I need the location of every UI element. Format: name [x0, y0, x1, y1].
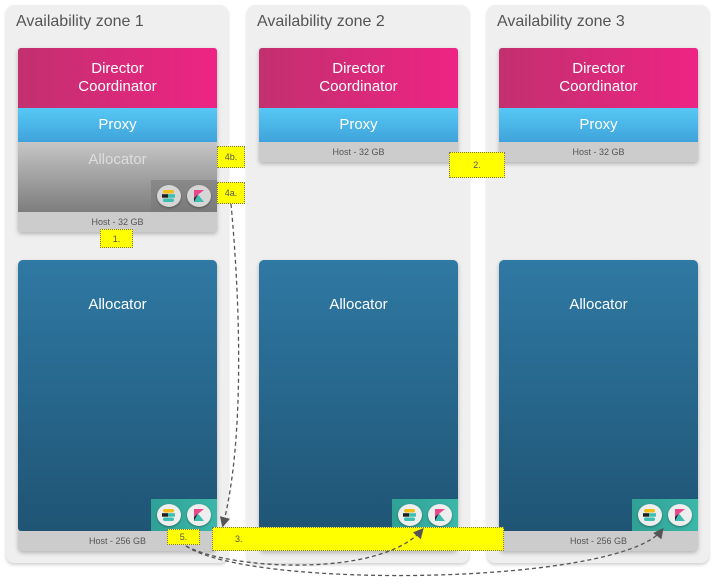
kibana-icon[interactable] — [187, 185, 211, 207]
proxy-role[interactable]: Proxy — [259, 108, 458, 142]
zone-title: Availability zone 1 — [16, 13, 144, 30]
director-coordinator-role[interactable]: Director Coordinator — [18, 48, 217, 108]
host-label: Host - 32 GB — [499, 142, 698, 162]
annotation-4a: 4a. — [217, 182, 245, 204]
allocator-label: Allocator — [88, 151, 147, 168]
director-coordinator-role[interactable]: Director Coordinator — [499, 48, 698, 108]
host-256gb[interactable]: Allocator Host - 256 GB — [499, 260, 698, 551]
director-coordinator-role[interactable]: Director Coordinator — [259, 48, 458, 108]
host-32gb[interactable]: Director Coordinator Proxy Allocator Host… — [18, 48, 217, 232]
allocator-role[interactable]: Allocator — [18, 260, 217, 531]
instance-group[interactable] — [151, 499, 217, 531]
host-256gb[interactable]: Allocator Host - 256 GB — [259, 260, 458, 551]
allocator-label: Allocator — [88, 296, 147, 313]
allocator-role-small[interactable]: Allocator — [18, 142, 217, 212]
elasticsearch-icon[interactable] — [157, 185, 181, 207]
host-32gb[interactable]: Director Coordinator Proxy Host - 32 GB — [259, 48, 458, 162]
allocator-role[interactable]: Allocator — [499, 260, 698, 531]
coordinator-label: Coordinator — [559, 78, 638, 95]
director-label: Director — [91, 60, 144, 77]
allocator-label: Allocator — [569, 296, 628, 313]
allocator-label: Allocator — [329, 296, 388, 313]
annotation-4b: 4b. — [217, 146, 245, 168]
elasticsearch-icon[interactable] — [157, 504, 181, 526]
instance-group[interactable] — [151, 180, 217, 212]
host-32gb[interactable]: Director Coordinator Proxy Host - 32 GB — [499, 48, 698, 162]
host-label: Host - 32 GB — [259, 142, 458, 162]
availability-zone-1: Availability zone 1 Director Coordinator … — [6, 5, 228, 563]
host-label: Host - 256 GB — [569, 536, 628, 546]
kibana-icon[interactable] — [187, 504, 211, 526]
host-256gb[interactable]: Allocator Host - 256 GB — [18, 260, 217, 551]
proxy-role[interactable]: Proxy — [499, 108, 698, 142]
allocator-role[interactable]: Allocator — [259, 260, 458, 531]
director-label: Director — [332, 60, 385, 77]
zone-title: Availability zone 2 — [257, 13, 385, 30]
elasticsearch-icon[interactable] — [398, 504, 422, 526]
availability-zone-3: Availability zone 3 Director Coordinator … — [487, 5, 709, 563]
zone-title: Availability zone 3 — [497, 13, 625, 30]
annotation-3: 3. — [212, 527, 504, 551]
annotation-2: 2. — [449, 152, 505, 178]
annotation-3-label: 3. — [235, 534, 243, 544]
proxy-role[interactable]: Proxy — [18, 108, 217, 142]
kibana-icon[interactable] — [668, 504, 692, 526]
coordinator-label: Coordinator — [78, 78, 157, 95]
instance-group[interactable] — [632, 499, 698, 531]
elasticsearch-icon[interactable] — [638, 504, 662, 526]
annotation-5: 5. — [167, 529, 200, 545]
coordinator-label: Coordinator — [319, 78, 398, 95]
kibana-icon[interactable] — [428, 504, 452, 526]
availability-zone-2: Availability zone 2 Director Coordinator … — [247, 5, 469, 563]
annotation-1: 1. — [100, 229, 133, 248]
director-label: Director — [572, 60, 625, 77]
